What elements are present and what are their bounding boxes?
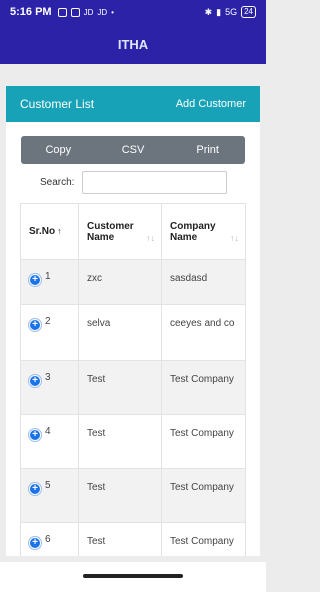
- csv-button[interactable]: CSV: [96, 136, 171, 164]
- sort-icon: ↑↓: [146, 233, 155, 243]
- sr-no-cell: +2: [20, 304, 79, 361]
- company-name-cell: Test Company: [161, 468, 246, 523]
- expand-row-icon[interactable]: +: [29, 429, 41, 441]
- card-title: Customer List: [20, 97, 95, 111]
- home-gesture-handle[interactable]: [83, 574, 183, 578]
- status-time: 5:16 PM: [10, 6, 52, 18]
- print-button[interactable]: Print: [170, 136, 245, 164]
- system-nav-bar: [0, 562, 266, 592]
- search-row: Search:: [6, 170, 260, 194]
- sort-icon: ↑↓: [230, 233, 239, 243]
- customer-name-cell: Test: [78, 360, 162, 415]
- sr-no-value: 2: [45, 316, 51, 327]
- jd-notification-icon: JD: [97, 7, 108, 17]
- company-name-cell: Test Company: [161, 522, 246, 556]
- search-label: Search:: [40, 176, 75, 188]
- network-type: 5G: [225, 7, 238, 17]
- sr-no-value: 1: [45, 271, 51, 282]
- sr-no-value: 5: [45, 480, 51, 491]
- customer-name-cell: selva: [78, 304, 162, 361]
- company-name-cell: ceeyes and co: [161, 304, 246, 361]
- expand-row-icon[interactable]: +: [29, 319, 41, 331]
- search-input[interactable]: [82, 170, 227, 194]
- sr-no-cell: +3: [20, 360, 79, 415]
- app-bar: ITHA: [0, 24, 266, 64]
- table-row[interactable]: +4 Test Test Company: [20, 414, 246, 469]
- sr-no-value: 6: [45, 534, 51, 545]
- export-button-group: Copy CSV Print: [21, 136, 245, 164]
- customer-name-cell: Test: [78, 414, 162, 469]
- customer-name-cell: Test: [78, 522, 162, 556]
- company-name-cell: Test Company: [161, 360, 246, 415]
- battery-icon: 24: [241, 6, 256, 18]
- customer-table: Sr.No ↑ Customer Name ↑↓ Company Name ↑↓ …: [20, 203, 246, 556]
- sr-no-cell: +6: [20, 522, 79, 556]
- card-header: Customer List Add Customer: [6, 86, 260, 122]
- customer-name-cell: Test: [78, 468, 162, 523]
- company-name-header[interactable]: Company Name ↑↓: [161, 203, 246, 260]
- app-title: ITHA: [117, 36, 149, 52]
- company-name-cell: Test Company: [161, 414, 246, 469]
- customer-list-card: Customer List Add Customer Copy CSV Prin…: [6, 86, 260, 556]
- expand-row-icon[interactable]: +: [29, 375, 41, 387]
- customer-name-cell: zxc: [78, 259, 162, 305]
- bluetooth-icon: ✱: [204, 6, 213, 17]
- expand-row-icon[interactable]: +: [29, 274, 41, 286]
- dot-icon: •: [111, 7, 114, 17]
- status-left-icons: JD JD •: [57, 7, 114, 17]
- sr-no-cell: +1: [20, 259, 79, 305]
- table-row[interactable]: +1 zxc sasdasd: [20, 259, 246, 305]
- company-name-cell: sasdasd: [161, 259, 246, 305]
- jd-notification-icon: JD: [83, 7, 94, 17]
- status-right-icons: ✱ ▮ 5G 24: [205, 6, 256, 18]
- copy-button[interactable]: Copy: [21, 136, 96, 164]
- sr-no-header-label: Sr.No: [29, 226, 56, 237]
- customer-name-header-label: Customer Name: [87, 220, 134, 243]
- sr-no-cell: +4: [20, 414, 79, 469]
- table-row[interactable]: +2 selva ceeyes and co: [20, 304, 246, 361]
- sr-no-header[interactable]: Sr.No ↑: [20, 203, 79, 260]
- expand-row-icon[interactable]: +: [29, 537, 41, 549]
- status-bar: 5:16 PM JD JD • ✱ ▮ 5G 24: [0, 0, 266, 24]
- signal-icon: ▮: [216, 6, 222, 17]
- sr-no-value: 3: [45, 372, 51, 383]
- app-notification-icon: [57, 7, 67, 17]
- customer-name-header[interactable]: Customer Name ↑↓: [78, 203, 162, 260]
- sr-no-cell: +5: [20, 468, 79, 523]
- add-customer-link[interactable]: Add Customer: [176, 98, 246, 110]
- table-row[interactable]: +3 Test Test Company: [20, 360, 246, 415]
- company-name-header-label: Company Name: [170, 220, 216, 243]
- app-notification-icon: [70, 7, 80, 17]
- table-row[interactable]: +6 Test Test Company: [20, 522, 246, 556]
- sort-asc-icon: ↑: [57, 226, 62, 236]
- table-header-row: Sr.No ↑ Customer Name ↑↓ Company Name ↑↓: [20, 203, 246, 260]
- table-row[interactable]: +5 Test Test Company: [20, 468, 246, 523]
- expand-row-icon[interactable]: +: [29, 483, 41, 495]
- sr-no-value: 4: [45, 426, 51, 437]
